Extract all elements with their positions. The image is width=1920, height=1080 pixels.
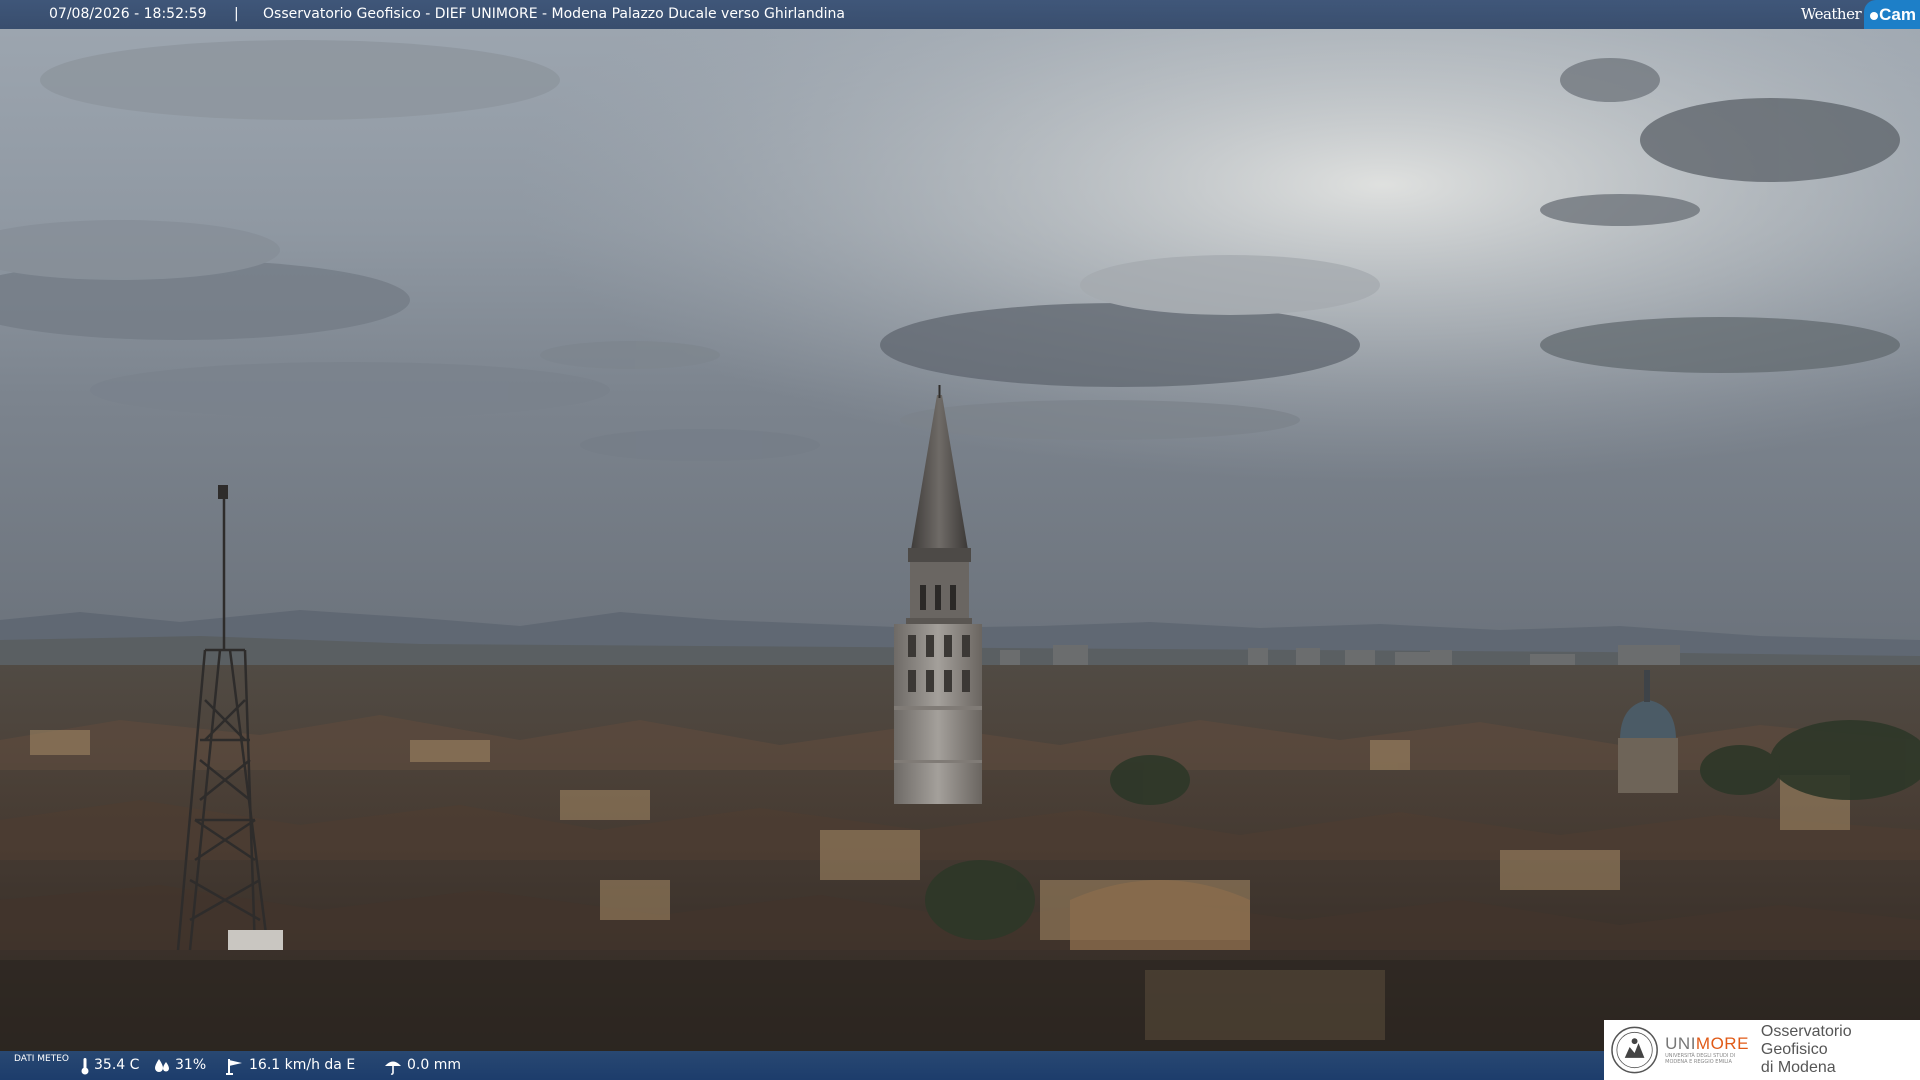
weathercam-logo-weather: Weather — [1800, 5, 1862, 23]
weathercam-logo: Weather Cam — [1801, 0, 1920, 29]
humidity-reading: 31% — [153, 1051, 206, 1080]
wind-reading: 16.1 km/h da E — [225, 1051, 355, 1080]
unimore-seal-icon — [1611, 1026, 1658, 1074]
observatory-name-line2: di Modena — [1760, 1059, 1836, 1076]
temperature-reading: 35.4 C — [80, 1051, 139, 1080]
camera-title: Osservatorio Geofisico - DIEF UNIMORE - … — [263, 6, 845, 22]
title-separator: | — [234, 6, 239, 22]
weathercam-dot-icon — [1870, 11, 1879, 20]
observatory-name-line1: Osservatorio Geofisico — [1760, 1023, 1852, 1058]
unimore-uni: UNI — [1665, 1034, 1696, 1053]
wind-value: 16.1 km/h da E — [249, 1057, 356, 1073]
weathercam-logo-cam: Cam — [1879, 5, 1916, 24]
rain-icon — [385, 1061, 401, 1075]
temperature-value: 35.4 C — [94, 1057, 140, 1073]
observatory-name: Osservatorio Geofisico di Modena — [1761, 1023, 1920, 1077]
humidity-value: 31% — [175, 1057, 207, 1073]
weather-data-bar: DATI METEO 35.4 C 31% 16.1 km/h da E 0.0… — [0, 1051, 1604, 1080]
observatory-logo: UNIMORE UNIVERSITÀ DEGLI STUDI DI MODENA… — [1604, 1020, 1920, 1080]
webcam-frame: 07/08/2026 - 18:52:59 | Osservatorio Geo… — [0, 0, 1920, 1080]
wind-icon — [226, 1058, 242, 1075]
timestamp: 07/08/2026 - 18:52:59 — [49, 6, 207, 22]
humidity-drop-icon — [155, 1058, 169, 1072]
weathercam-logo-cam-badge: Cam — [1864, 0, 1920, 29]
thermometer-icon — [81, 1057, 89, 1074]
unimore-subtitle: UNIVERSITÀ DEGLI STUDI DI MODENA E REGGI… — [1665, 1053, 1736, 1065]
weather-label: DATI METEO — [14, 1054, 69, 1064]
top-banner: 07/08/2026 - 18:52:59 | Osservatorio Geo… — [0, 0, 1920, 29]
unimore-more: MORE — [1695, 1034, 1749, 1053]
webcam-image — [0, 0, 1920, 1080]
rain-value: 0.0 mm — [407, 1057, 461, 1073]
rain-reading: 0.0 mm — [383, 1051, 461, 1080]
unimore-wordmark: UNIMORE UNIVERSITÀ DEGLI STUDI DI MODENA… — [1665, 1034, 1749, 1066]
